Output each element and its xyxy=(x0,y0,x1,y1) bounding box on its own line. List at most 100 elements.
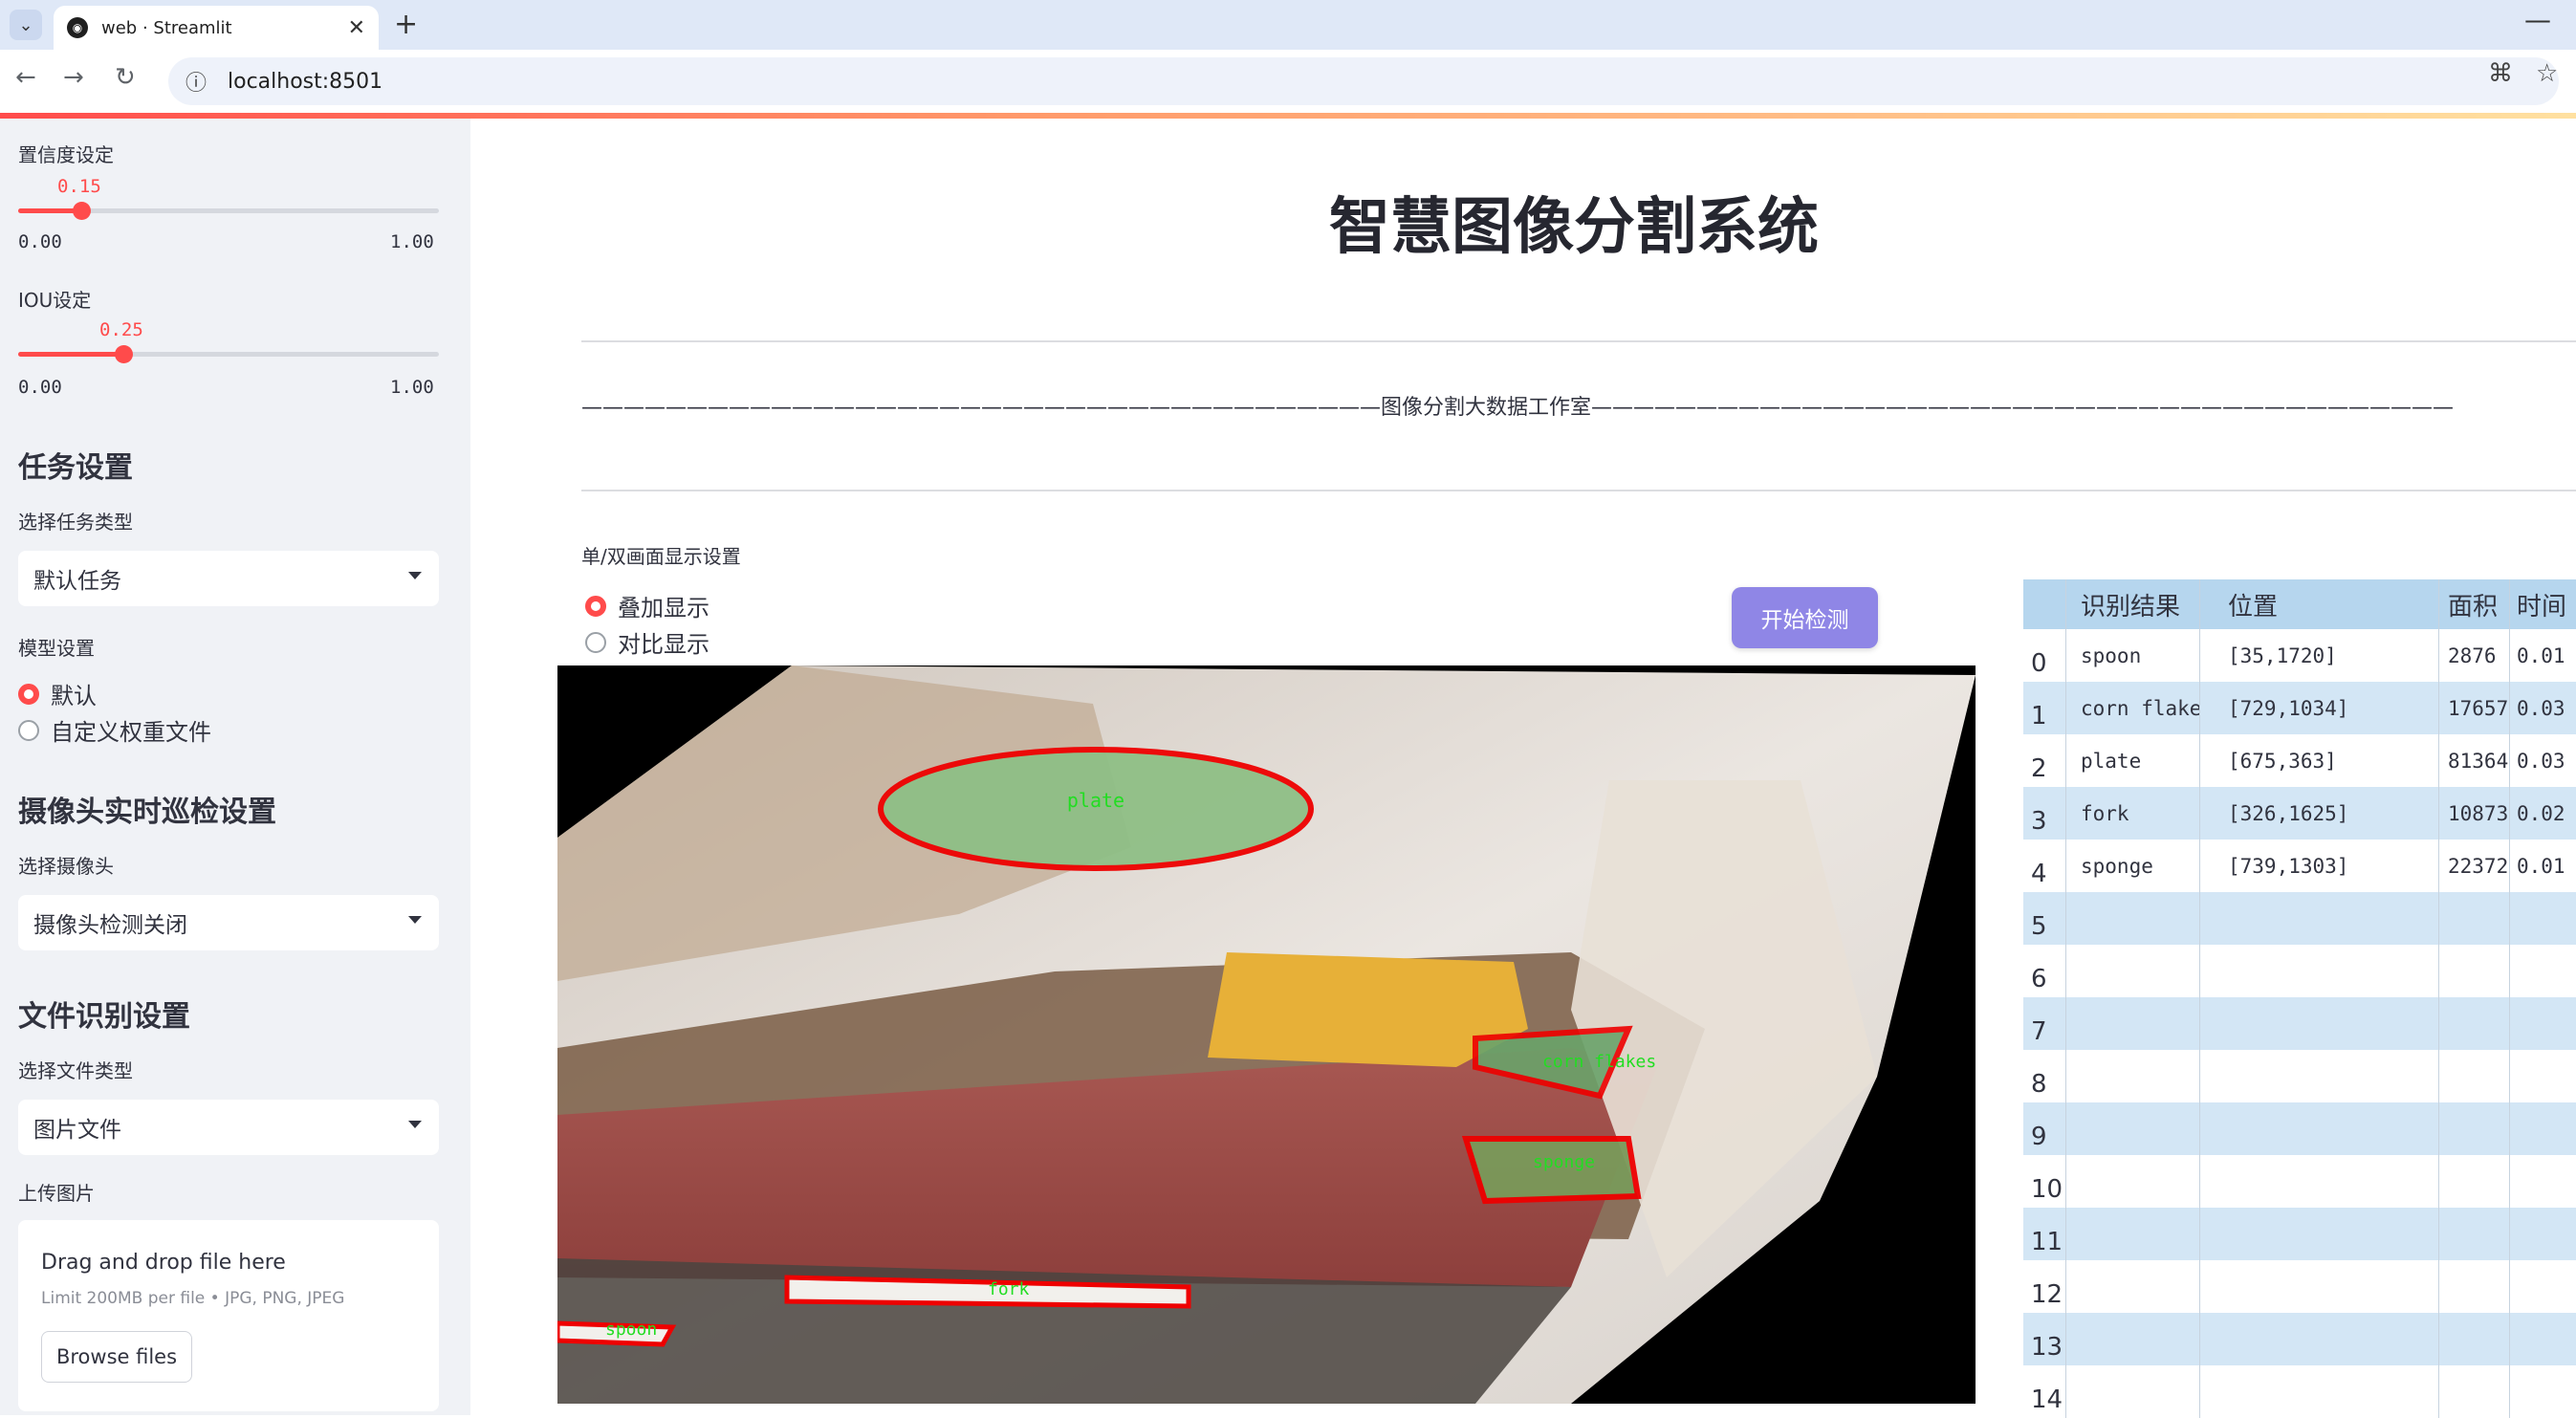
table-row[interactable]: 12 xyxy=(2023,1260,2576,1313)
radio-selected-icon[interactable] xyxy=(585,595,606,617)
col-header-position[interactable]: 位置 xyxy=(2199,579,2438,629)
cell-time xyxy=(2509,1365,2576,1418)
cell-pos xyxy=(2199,1102,2438,1155)
display-option-overlay[interactable]: 叠加显示 xyxy=(585,589,709,622)
spoon-mask-label: spoon xyxy=(605,1320,657,1340)
cell-name xyxy=(2065,997,2199,1050)
row-index: 12 xyxy=(2031,1280,2063,1309)
cell-pos xyxy=(2199,1050,2438,1102)
url-field[interactable]: ⓘ localhost:8501 xyxy=(168,57,2559,105)
table-row[interactable]: 7 xyxy=(2023,997,2576,1050)
forward-icon[interactable]: → xyxy=(63,63,84,92)
table-row[interactable]: 9 xyxy=(2023,1102,2576,1155)
camera-value: 摄像头检测关闭 xyxy=(33,913,187,938)
file-type-select[interactable]: 图片文件 xyxy=(18,1100,439,1155)
site-info-icon[interactable]: ⓘ xyxy=(186,66,207,97)
cell-name xyxy=(2065,1260,2199,1313)
sidebar: 置信度设定 0.15 0.00 1.00 IOU设定 0.25 0.00 1.0… xyxy=(0,119,470,1415)
cell-pos: [729,1034] xyxy=(2228,696,2349,720)
tab-search-chevron-icon[interactable]: ⌄ xyxy=(10,10,42,40)
address-bar: ← → ↻ ⓘ localhost:8501 ⌘ ☆ xyxy=(0,50,2576,113)
table-row[interactable]: 11 xyxy=(2023,1208,2576,1260)
browser-tab[interactable]: ◉ web · Streamlit ✕ xyxy=(54,6,379,50)
table-row[interactable]: 4 sponge [739,1303] 22372 0.01 xyxy=(2023,840,2576,892)
iou-max: 1.00 xyxy=(390,377,434,398)
table-row[interactable]: 2 plate [675,363] 81364 0.03 xyxy=(2023,734,2576,787)
browse-files-button[interactable]: Browse files xyxy=(41,1331,192,1383)
row-index: 10 xyxy=(2031,1175,2063,1204)
start-detection-button[interactable]: 开始检测 xyxy=(1732,587,1878,648)
table-index-header xyxy=(2023,579,2065,629)
radio-unselected-icon[interactable] xyxy=(18,719,39,741)
cell-area xyxy=(2438,1208,2509,1260)
back-icon[interactable]: ← xyxy=(15,63,36,92)
radio-selected-icon[interactable] xyxy=(18,683,39,705)
cell-area: 10873 xyxy=(2448,801,2509,825)
task-type-select[interactable]: 默认任务 xyxy=(18,551,439,606)
display-option-compare[interactable]: 对比显示 xyxy=(585,625,709,659)
iou-value: 0.25 xyxy=(99,319,143,340)
cell-name xyxy=(2065,1365,2199,1418)
close-tab-icon[interactable]: ✕ xyxy=(348,16,365,40)
cell-name: fork xyxy=(2081,801,2129,825)
divider xyxy=(581,490,2576,491)
model-option-default[interactable]: 默认 xyxy=(18,677,97,710)
table-row[interactable]: 14 xyxy=(2023,1365,2576,1418)
camera-select[interactable]: 摄像头检测关闭 xyxy=(18,895,439,950)
cell-area xyxy=(2438,1365,2509,1418)
table-column-divider xyxy=(2509,579,2510,1418)
cell-pos xyxy=(2199,945,2438,997)
cell-pos: [675,363] xyxy=(2228,749,2337,773)
table-row[interactable]: 3 fork [326,1625] 10873 0.02 xyxy=(2023,787,2576,840)
table-row[interactable]: 8 xyxy=(2023,1050,2576,1102)
iou-slider[interactable] xyxy=(18,345,439,363)
chevron-down-icon xyxy=(408,916,422,924)
cell-time: 0.01 xyxy=(2517,854,2565,878)
browser-tabbar: ⌄ ◉ web · Streamlit ✕ + — xyxy=(0,0,2576,50)
cell-time xyxy=(2509,1313,2576,1365)
confidence-slider[interactable] xyxy=(18,202,439,220)
cell-pos xyxy=(2199,1313,2438,1365)
camera-settings-header: 摄像头实时巡检设置 xyxy=(18,796,276,829)
iou-min: 0.00 xyxy=(18,377,62,398)
cell-time xyxy=(2509,1050,2576,1102)
table-column-divider xyxy=(2065,579,2066,1418)
table-row[interactable]: 0 spoon [35,1720] 2876 0.01 xyxy=(2023,629,2576,682)
model-option-label: 自定义权重文件 xyxy=(51,719,211,746)
table-row[interactable]: 1 corn flakes [729,1034] 17657 0.03 xyxy=(2023,682,2576,734)
reload-icon[interactable]: ↻ xyxy=(115,63,136,92)
table-row[interactable]: 13 xyxy=(2023,1313,2576,1365)
table-row[interactable]: 10 xyxy=(2023,1155,2576,1208)
cell-name: sponge xyxy=(2081,854,2153,878)
corn-flakes-mask-label: corn flakes xyxy=(1542,1052,1656,1072)
cell-pos: [35,1720] xyxy=(2228,644,2337,667)
cell-area xyxy=(2438,1050,2509,1102)
radio-unselected-icon[interactable] xyxy=(585,631,606,653)
task-settings-header: 任务设置 xyxy=(18,451,133,485)
col-header-area[interactable]: 面积 xyxy=(2438,579,2509,629)
cell-pos xyxy=(2199,1260,2438,1313)
new-tab-icon[interactable]: + xyxy=(394,8,418,41)
minimize-window-icon[interactable]: — xyxy=(2524,4,2551,35)
col-header-time[interactable]: 时间 xyxy=(2509,579,2576,629)
chevron-down-icon xyxy=(408,1121,422,1128)
file-settings-header: 文件识别设置 xyxy=(18,1000,190,1034)
sponge-mask-label: sponge xyxy=(1533,1152,1595,1172)
cell-area xyxy=(2438,892,2509,945)
model-option-custom[interactable]: 自定义权重文件 xyxy=(18,713,211,747)
file-uploader-dropzone[interactable]: Drag and drop file here Limit 200MB per … xyxy=(18,1220,439,1411)
confidence-slider-thumb[interactable] xyxy=(73,202,91,220)
iou-slider-thumb[interactable] xyxy=(115,345,133,363)
cell-pos: [739,1303] xyxy=(2228,854,2349,878)
translate-icon[interactable]: ⌘ xyxy=(2488,59,2513,88)
cell-time: 0.01 xyxy=(2517,644,2565,667)
table-row[interactable]: 5 xyxy=(2023,892,2576,945)
page-title: 智慧图像分割系统 xyxy=(1329,192,1819,263)
cell-area: 17657 xyxy=(2448,696,2509,720)
cell-time: 0.03 xyxy=(2517,696,2565,720)
cell-pos xyxy=(2199,1155,2438,1208)
table-column-divider xyxy=(2199,579,2200,1418)
col-header-result[interactable]: 识别结果 xyxy=(2065,579,2199,629)
bookmark-star-icon[interactable]: ☆ xyxy=(2536,59,2558,88)
table-row[interactable]: 6 xyxy=(2023,945,2576,997)
